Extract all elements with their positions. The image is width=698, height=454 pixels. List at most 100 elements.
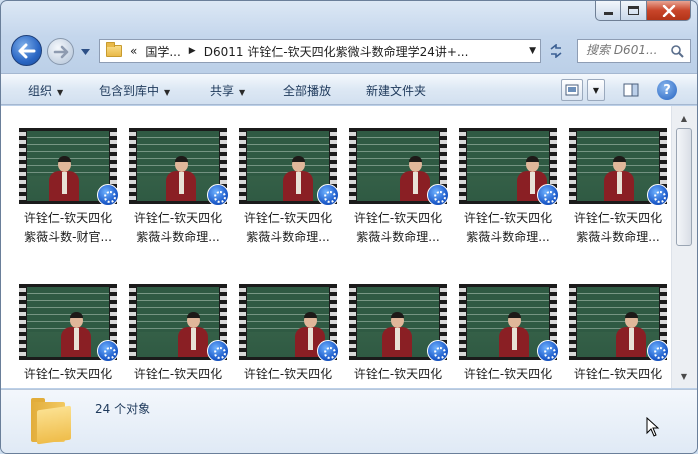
presenter (382, 312, 412, 357)
video-thumbnail (459, 128, 559, 206)
film-strip (19, 128, 26, 204)
organize-label: 组织 (28, 84, 53, 98)
file-item[interactable]: 许铨仁-钦天四化 (123, 284, 233, 388)
close-button[interactable] (647, 1, 691, 21)
file-name-line2: 紫薇斗数命理... (576, 230, 660, 244)
media-player-icon (207, 184, 229, 206)
new-folder-button[interactable]: 新建文件夹 (366, 82, 426, 99)
film-strip (19, 284, 26, 360)
presenter (49, 156, 79, 201)
maximize-icon (628, 6, 639, 15)
file-name-line2: 紫薇斗数命理... (136, 230, 220, 244)
video-thumbnail (239, 128, 339, 206)
file-name: 许铨仁-钦天四化 (454, 365, 562, 384)
file-item[interactable]: 许铨仁-钦天四化 紫薇斗数命理... (343, 128, 453, 264)
scrollbar-thumb[interactable] (676, 128, 692, 246)
file-name-line1: 许铨仁-钦天四化 (133, 211, 223, 225)
media-player-icon (537, 184, 559, 206)
file-name-line1: 许铨仁-钦天四化 (133, 367, 223, 381)
organize-menu[interactable]: 组织 ▼ (28, 82, 63, 99)
help-icon: ? (663, 82, 671, 98)
file-name-line2: 紫薇斗数命理... (246, 230, 330, 244)
media-player-icon (317, 184, 339, 206)
presenter (616, 312, 646, 357)
file-item[interactable]: 许铨仁-钦天四化 (13, 284, 123, 388)
include-in-library-menu[interactable]: 包含到库中 ▼ (99, 82, 170, 99)
maximize-button[interactable] (621, 1, 647, 21)
back-arrow-icon (18, 43, 35, 58)
file-item[interactable]: 许铨仁-钦天四化 紫薇斗数命理... (233, 128, 343, 264)
video-thumbnail (459, 284, 559, 362)
help-button[interactable]: ? (657, 80, 677, 100)
search-input[interactable] (586, 43, 668, 57)
file-name: 许铨仁-钦天四化 紫薇斗数命理... (344, 209, 452, 247)
video-thumbnail (129, 284, 229, 362)
file-item[interactable]: 许铨仁-钦天四化 紫薇斗数命理... (563, 128, 671, 264)
address-dropdown-icon[interactable]: ▼ (529, 46, 536, 56)
share-menu[interactable]: 共享 ▼ (210, 82, 245, 99)
file-name: 许铨仁-钦天四化 (124, 365, 232, 384)
breadcrumb-parent[interactable]: 国学... (145, 43, 180, 60)
presenter (283, 156, 313, 201)
breadcrumb-current[interactable]: D6011 许铨仁-钦天四化紫微斗数命理学24讲+... (204, 43, 469, 60)
video-thumbnail (349, 284, 449, 362)
file-name: 许铨仁-钦天四化 紫薇斗数命理... (124, 209, 232, 247)
include-in-library-label: 包含到库中 (99, 84, 160, 98)
vertical-scrollbar[interactable]: ▲ ▼ (671, 106, 697, 388)
change-view-button[interactable] (561, 79, 583, 101)
media-player-icon (317, 340, 339, 362)
file-name-line2: 紫薇斗数-财官... (24, 230, 112, 244)
refresh-button[interactable] (543, 39, 569, 63)
presenter (499, 312, 529, 357)
folder-icon (31, 398, 71, 445)
file-name: 许铨仁-钦天四化 (564, 365, 671, 384)
file-item[interactable]: 许铨仁-钦天四化 紫薇斗数-财官... (13, 128, 123, 264)
file-item[interactable]: 许铨仁-钦天四化 (233, 284, 343, 388)
file-item[interactable]: 许铨仁-钦天四化 (343, 284, 453, 388)
file-item[interactable]: 许铨仁-钦天四化 (453, 284, 563, 388)
media-player-icon (647, 184, 669, 206)
file-name-line1: 许铨仁-钦天四化 (573, 367, 663, 381)
details-pane: 24 个对象 (1, 389, 697, 453)
breadcrumb-overflow[interactable]: « (130, 44, 137, 58)
preview-pane-icon (623, 83, 639, 97)
share-label: 共享 (210, 84, 235, 98)
scroll-down-icon[interactable]: ▼ (676, 368, 692, 384)
file-name-line1: 许铨仁-钦天四化 (23, 211, 113, 225)
file-item[interactable]: 许铨仁-钦天四化 紫薇斗数命理... (453, 128, 563, 264)
address-bar[interactable]: « 国学... ▶ D6011 许铨仁-钦天四化紫微斗数命理学24讲+... ▼ (99, 39, 541, 63)
thumbnail-grid: 许铨仁-钦天四化 紫薇斗数-财官... 许铨仁-钦天四化 紫薇斗数命理... 许铨仁-钦… (13, 128, 671, 388)
video-thumbnail (19, 128, 119, 206)
file-name-line1: 许铨仁-钦天四化 (243, 367, 333, 381)
chevron-down-icon (80, 49, 90, 55)
film-strip (349, 284, 356, 360)
recent-pages-button[interactable] (79, 46, 91, 58)
film-strip (569, 284, 576, 360)
chevron-down-icon: ▼ (57, 88, 64, 97)
view-thumbnail-icon (565, 84, 579, 96)
navigation-bar: « 国学... ▶ D6011 许铨仁-钦天四化紫微斗数命理学24讲+... ▼ (9, 33, 691, 69)
video-thumbnail (349, 128, 449, 206)
file-list[interactable]: 许铨仁-钦天四化 紫薇斗数-财官... 许铨仁-钦天四化 紫薇斗数命理... 许铨仁-钦… (1, 106, 671, 388)
back-button[interactable] (11, 35, 42, 66)
presenter (61, 312, 91, 357)
file-item[interactable]: 许铨仁-钦天四化 紫薇斗数命理... (123, 128, 233, 264)
file-name-line1: 许铨仁-钦天四化 (353, 367, 443, 381)
explorer-window: « 国学... ▶ D6011 许铨仁-钦天四化紫微斗数命理学24讲+... ▼… (0, 0, 698, 454)
minimize-button[interactable] (595, 1, 621, 21)
video-thumbnail (569, 128, 669, 206)
film-strip (459, 284, 466, 360)
video-thumbnail (19, 284, 119, 362)
view-options-dropdown[interactable]: ▼ (587, 79, 605, 101)
search-box[interactable] (577, 39, 691, 63)
scroll-up-icon[interactable]: ▲ (676, 110, 692, 126)
film-strip (459, 128, 466, 204)
file-name-line1: 许铨仁-钦天四化 (23, 367, 113, 381)
forward-button[interactable] (47, 38, 74, 65)
file-item[interactable]: 许铨仁-钦天四化 (563, 284, 671, 388)
folder-icon (106, 42, 122, 57)
preview-pane-button[interactable] (621, 80, 641, 100)
film-strip (349, 128, 356, 204)
play-all-button[interactable]: 全部播放 (283, 82, 331, 99)
breadcrumb-separator-icon[interactable]: ▶ (189, 46, 196, 56)
